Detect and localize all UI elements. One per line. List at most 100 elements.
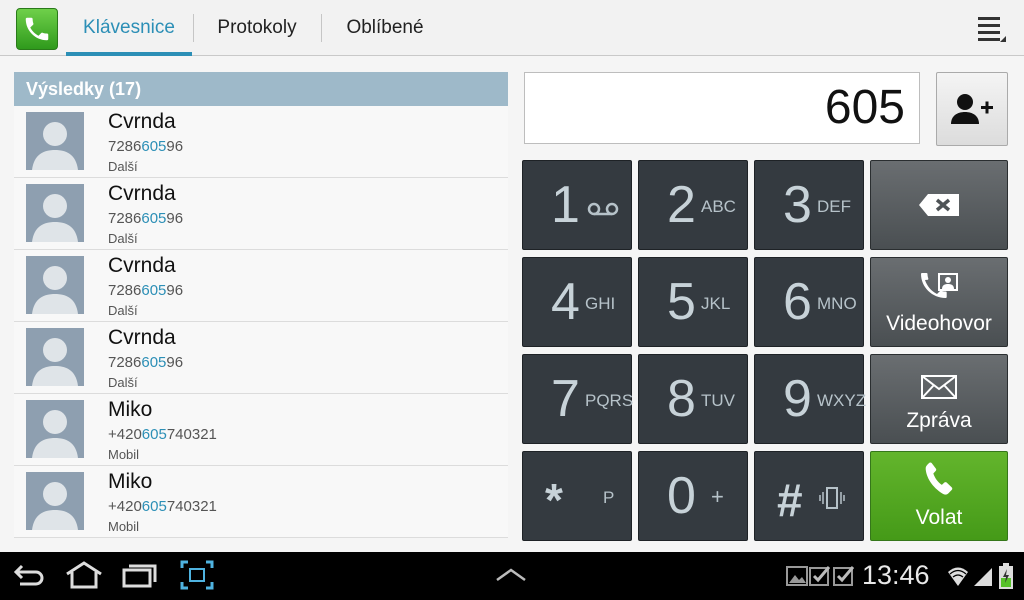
message-icon [871,375,1007,399]
call-button[interactable]: Volat [870,451,1008,541]
menu-icon [978,17,1006,42]
contact-number-type: Další [108,303,138,318]
contact-number: 728660596 [108,282,183,299]
add-contact-button[interactable] [936,72,1008,146]
key-letters: TUV [701,391,735,410]
check-icon [809,564,831,591]
up-arrow-icon[interactable] [495,566,527,589]
clock: 13:46 [862,560,930,590]
key-4[interactable]: 4 GHI [522,257,632,347]
key-digit: * [545,474,563,526]
screenshot-icon[interactable] [178,558,216,597]
number-match: 605 [141,210,167,227]
key-letters: GHI [585,294,616,313]
key-2[interactable]: 2 ABC [638,160,748,250]
check-icon [833,564,855,591]
key-digit: 6 [783,273,812,331]
key-digit: 2 [667,176,696,234]
key-letters: ABC [701,197,736,216]
tab-keypad[interactable]: Klávesnice [66,0,192,56]
list-item[interactable]: Cvrnda 728660596 Další [14,250,508,322]
contact-name: Cvrnda [108,182,176,205]
battery-icon [998,562,1014,595]
recent-apps-icon[interactable] [120,560,160,595]
message-label: Zpráva [906,409,972,432]
contact-number: +420605740321 [108,498,217,515]
vibrate-icon [819,487,845,509]
video-call-button[interactable]: Videohovor [870,257,1008,347]
key-7[interactable]: 7 PQRS [522,354,634,444]
contact-number: 728660596 [108,210,183,227]
phone-app-icon[interactable] [16,8,58,50]
contact-name: Miko [108,398,153,421]
key-3[interactable]: 3 DEF [754,160,864,250]
results-header: Výsledky (17) [14,72,508,106]
avatar [26,328,84,386]
key-letters: PQRS [585,391,634,410]
add-contact-icon [951,94,993,124]
home-icon[interactable] [64,560,104,595]
results-list: Cvrnda 728660596 Další Cvrnda 728660596 Další… [14,106,508,538]
tab-favorites[interactable]: Oblíbené [322,0,448,56]
contact-name: Miko [108,470,153,493]
contact-name: Cvrnda [108,110,176,133]
video-call-label: Videohovor [886,312,992,335]
avatar-icon [32,122,78,170]
key-hash[interactable]: # [754,451,864,541]
key-1[interactable]: 1 [522,160,632,250]
number-prefix: 7286 [108,210,142,227]
number-match: 605 [141,354,167,371]
system-bar: 13:46 [0,552,1024,600]
tab-log[interactable]: Protokoly [194,0,320,56]
number-prefix: 7286 [108,282,142,299]
list-item[interactable]: Cvrnda 728660596 Další [14,322,508,394]
number-suffix: 96 [166,282,184,299]
key-digit: 0 [667,467,696,525]
key-letters: DEF [817,197,851,216]
voicemail-icon [587,202,619,216]
number-match: 605 [141,426,167,443]
backspace-button[interactable] [870,160,1008,250]
message-button[interactable]: Zpráva [870,354,1008,444]
key-6[interactable]: 6 MNO [754,257,864,347]
number-display[interactable]: 605 [524,72,920,144]
list-item[interactable]: Miko +420605740321 Mobil [14,466,508,538]
avatar-icon [32,266,78,314]
menu-button[interactable] [974,12,1010,46]
avatar [26,400,84,458]
contact-number: 728660596 [108,138,183,155]
gallery-icon [786,566,808,591]
number-match: 605 [141,138,167,155]
list-item[interactable]: Cvrnda 728660596 Další [14,178,508,250]
key-8[interactable]: 8 TUV [638,354,748,444]
key-5[interactable]: 5 JKL [638,257,748,347]
contact-number-type: Další [108,375,138,390]
back-icon[interactable] [12,560,46,595]
number-suffix: 96 [166,210,184,227]
list-item[interactable]: Miko +420605740321 Mobil [14,394,508,466]
key-digit: 8 [667,370,696,428]
backspace-icon [871,193,1007,217]
avatar-icon [32,194,78,242]
list-item[interactable]: Cvrnda 728660596 Další [14,106,508,178]
key-star[interactable]: * P [522,451,632,541]
number-prefix: +420 [108,498,142,515]
key-digit: 1 [551,176,580,234]
contact-number-type: Mobil [108,447,140,462]
signal-icon [972,564,994,593]
number-prefix: 7286 [108,138,142,155]
contact-number-type: Další [108,231,138,246]
contact-number-type: Mobil [108,519,140,534]
number-suffix: 740321 [166,498,217,515]
wifi-icon [946,564,970,593]
call-label: Volat [915,506,963,529]
number-suffix: 740321 [166,426,217,443]
avatar-icon [32,338,78,386]
number-prefix: +420 [108,426,142,443]
key-9[interactable]: 9 WXYZ [754,354,866,444]
number-match: 605 [141,282,167,299]
avatar-icon [32,410,78,458]
key-0[interactable]: 0 + [638,451,748,541]
key-letters: + [711,484,724,509]
key-digit: 4 [551,273,580,331]
